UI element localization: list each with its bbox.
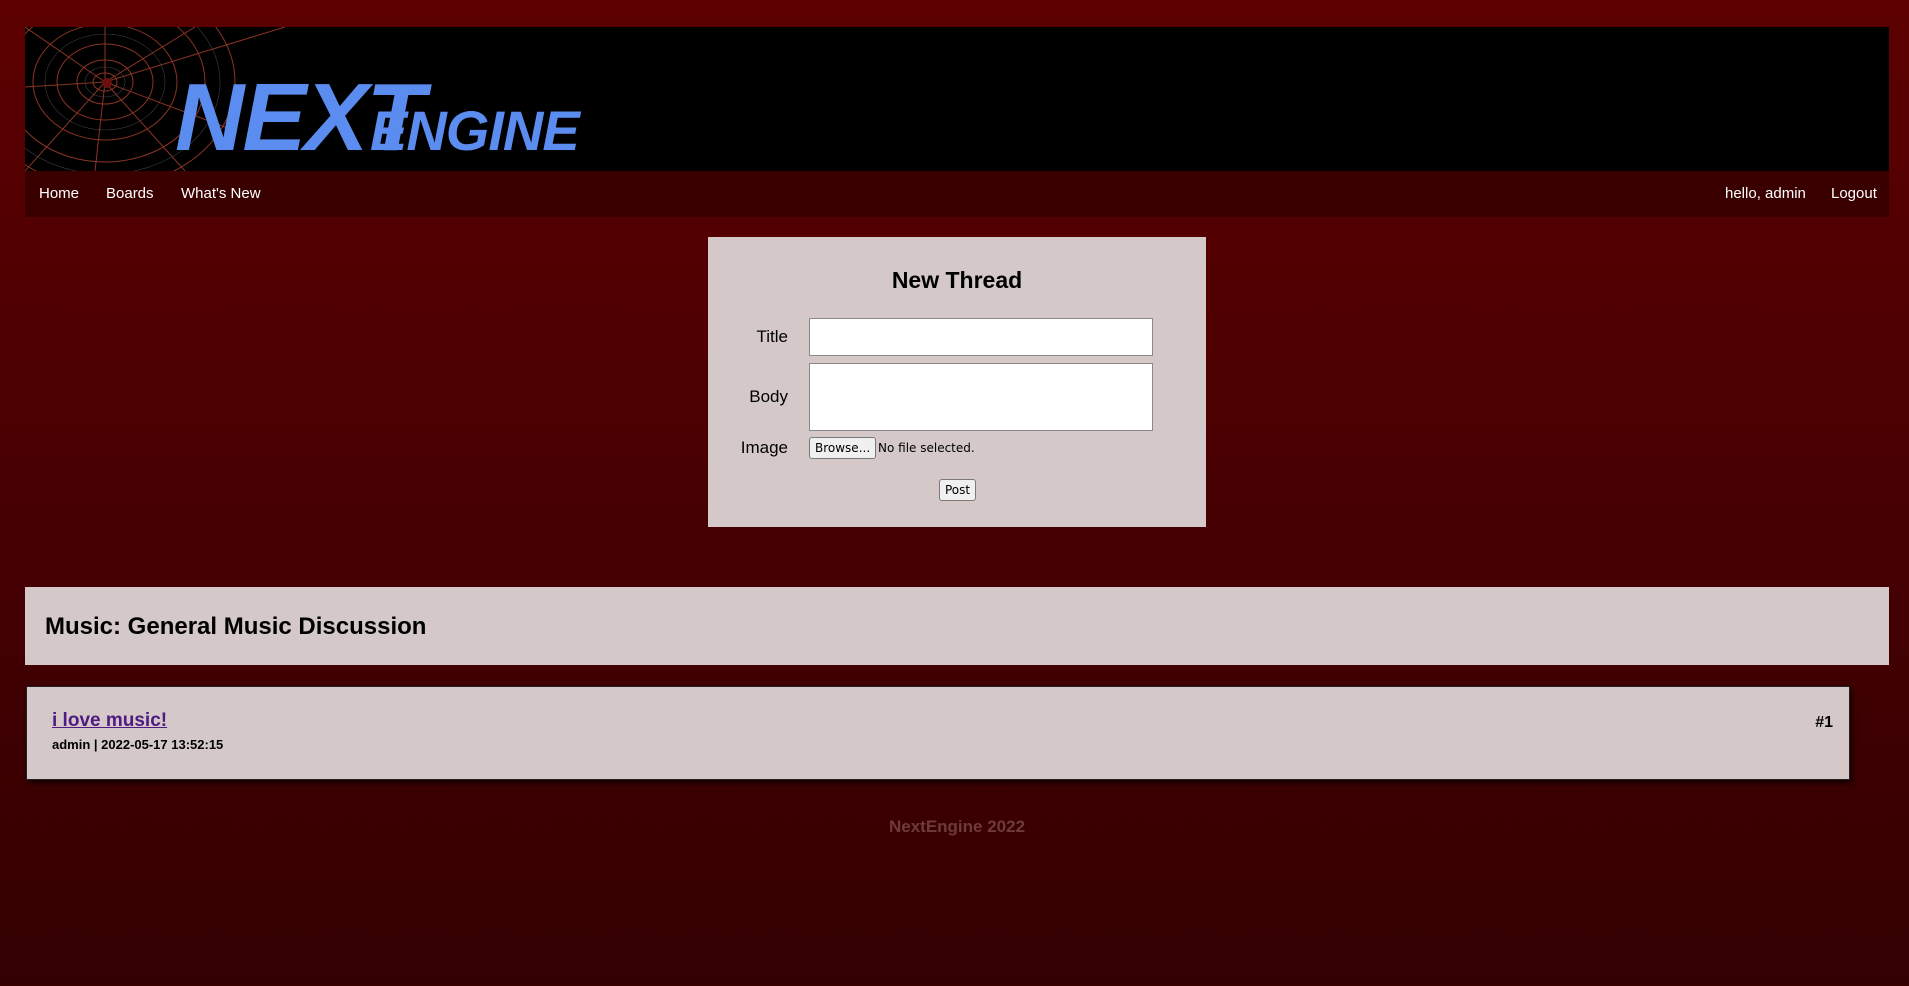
- thread-number: #1: [1815, 714, 1833, 731]
- thread-title-link[interactable]: i love music!: [52, 710, 167, 732]
- svg-text:ENGINE: ENGINE: [370, 99, 581, 162]
- new-thread-panel: New Thread Title Body Image Browse... No…: [708, 237, 1206, 527]
- nav-boards-link[interactable]: Boards: [106, 171, 154, 217]
- nav-logout-link[interactable]: Logout: [1831, 171, 1877, 217]
- title-input[interactable]: [809, 318, 1153, 356]
- board-title: Music: General Music Discussion: [45, 613, 427, 640]
- nav-whats-new-link[interactable]: What's New: [181, 171, 261, 217]
- new-thread-heading: New Thread: [891, 267, 1023, 293]
- footer-text: NextEngine 2022: [888, 817, 1026, 836]
- title-label: Title: [756, 327, 789, 346]
- board-header: Music: General Music Discussion: [25, 587, 1889, 665]
- no-file-selected-text: No file selected.: [878, 441, 975, 455]
- thread-meta: admin | 2022-05-17 13:52:15: [52, 737, 224, 752]
- post-button[interactable]: Post: [939, 479, 977, 501]
- site-banner: NEXT ENGINE: [25, 27, 1889, 171]
- nextengine-logo: NEXT ENGINE: [25, 27, 582, 171]
- body-label: Body: [749, 387, 788, 406]
- main-navbar: Home Boards What's New hello, admin Logo…: [25, 171, 1889, 217]
- nav-home-link[interactable]: Home: [39, 171, 79, 217]
- image-label: Image: [740, 438, 788, 457]
- browse-button[interactable]: Browse...: [809, 437, 877, 459]
- thread-list-item: i love music! admin | 2022-05-17 13:52:1…: [26, 686, 1850, 780]
- user-greeting: hello, admin: [1725, 185, 1806, 202]
- body-textarea[interactable]: [809, 363, 1153, 431]
